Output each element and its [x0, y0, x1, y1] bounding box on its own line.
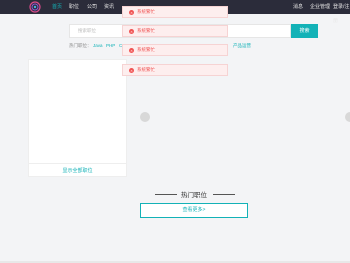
login-link[interactable]: 登录/注册 [333, 0, 350, 24]
nav-companies[interactable]: 公司 [87, 0, 97, 14]
logo-icon[interactable] [28, 1, 42, 13]
toast-message: 系统繁忙 [137, 9, 155, 14]
category-panel [28, 59, 127, 177]
search-button[interactable]: 搜索 [291, 24, 318, 38]
toast-message: 系统繁忙 [137, 67, 155, 72]
carousel-next-icon[interactable] [345, 112, 350, 122]
nav-jobs[interactable]: 职位 [69, 0, 79, 14]
view-more-button[interactable]: 查看更多> [140, 203, 248, 218]
error-icon: × [129, 10, 134, 15]
carousel-prev-icon[interactable] [140, 112, 150, 122]
enterprise-link[interactable]: 企业管理 [310, 0, 330, 14]
error-toast: × 系统繁忙 [122, 44, 228, 56]
error-icon: × [129, 68, 134, 73]
error-icon: × [129, 48, 134, 53]
error-toast: × 系统繁忙 [122, 6, 228, 18]
error-toast: × 系统繁忙 [122, 64, 228, 76]
toast-message: 系统繁忙 [137, 28, 155, 33]
hot-tag-product[interactable]: 产品运营 [233, 43, 251, 49]
title-line-right [213, 194, 235, 195]
hot-tag-php[interactable]: PHP [106, 43, 115, 48]
error-toast: × 系统繁忙 [122, 25, 228, 37]
panel-divider [28, 163, 127, 164]
show-all-jobs-link[interactable]: 显示全部职位 [28, 167, 127, 174]
nav-home[interactable]: 首页 [52, 0, 62, 14]
toast-message: 系统繁忙 [137, 47, 155, 52]
messages-link[interactable]: 消息 [293, 0, 303, 14]
hot-jobs-label: 热门职位： [69, 43, 92, 48]
nav-news[interactable]: 资讯 [104, 0, 114, 14]
error-icon: × [129, 29, 134, 34]
hot-tag-java[interactable]: Java [93, 43, 103, 48]
